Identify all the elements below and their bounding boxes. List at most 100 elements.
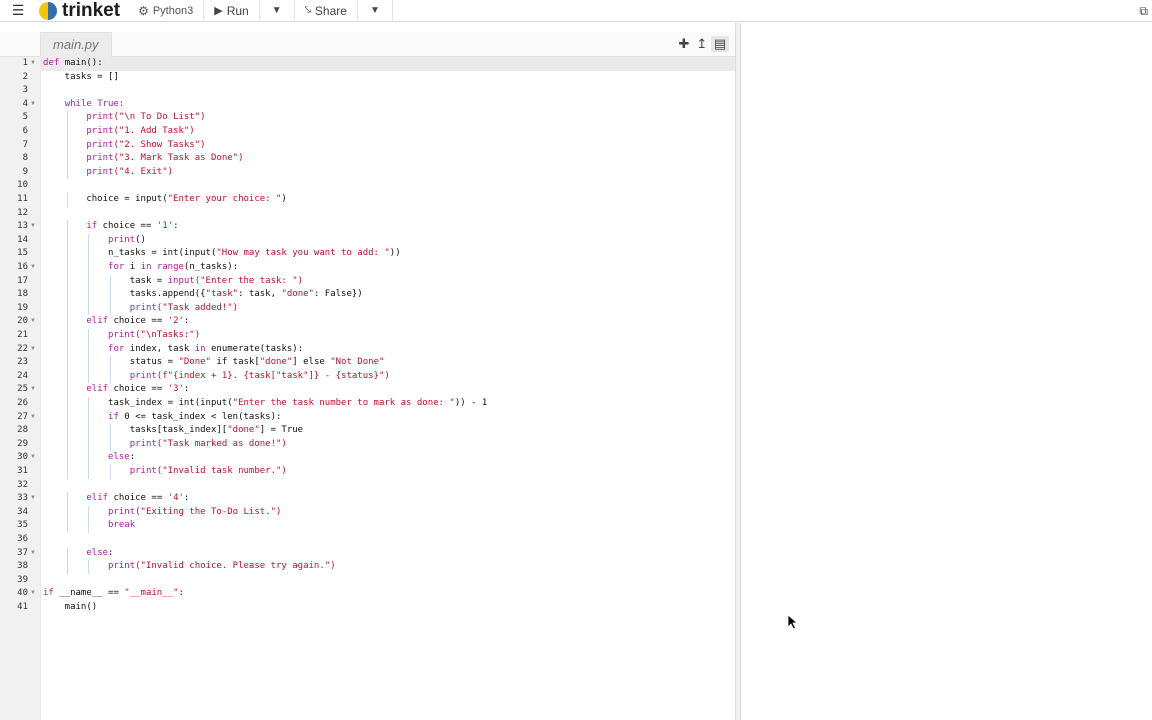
- code-token: )): [389, 248, 401, 259]
- code-token: :: [108, 547, 114, 558]
- code-token: range: [156, 262, 184, 272]
- code-line: print("2. Show Tasks"): [43, 139, 205, 153]
- output-panel[interactable]: [741, 23, 1152, 720]
- line-number: 27: [17, 411, 28, 422]
- fold-arrow-icon[interactable]: ▼: [30, 383, 38, 397]
- mouse-cursor-icon: [787, 614, 799, 630]
- line-number: 9: [22, 166, 28, 177]
- code-line: if 0 <= task_index < len(tasks):: [43, 411, 281, 425]
- code-token: tasks = []: [43, 71, 119, 82]
- code-token: ("Invalid task number."): [156, 466, 287, 476]
- line-number: 16: [17, 262, 28, 272]
- code-token: n_tasks = int(input(: [43, 248, 217, 259]
- code-token: ("Enter the task: "): [194, 275, 304, 286]
- line-number: 11: [17, 194, 28, 204]
- code-token: elif: [86, 493, 109, 504]
- fold-arrow-icon[interactable]: ▼: [30, 587, 38, 601]
- code-token: index, task: [124, 343, 195, 354]
- fold-arrow-icon[interactable]: ▼: [30, 492, 38, 506]
- code-line: choice = input("Enter your choice: "): [43, 193, 287, 207]
- code-line: print("Invalid choice. Please try again.…: [43, 560, 336, 574]
- line-number: 18: [17, 289, 28, 300]
- code-token: ] else: [292, 357, 331, 368]
- logo-mark-icon: [36, 1, 60, 21]
- file-tabs-bar: main.py ✚ ↥ ▤: [0, 32, 735, 57]
- code-token: __name__ ==: [53, 588, 125, 599]
- line-number: 6: [22, 126, 28, 136]
- fold-arrow-icon[interactable]: ▼: [30, 411, 38, 425]
- code-token: :: [173, 221, 179, 232]
- code-line: n_tasks = int(input("How may task you wa…: [43, 247, 401, 261]
- code-line: main(): [43, 601, 98, 615]
- code-line: status = "Done" if task["done"] else "No…: [43, 356, 385, 370]
- code-token: print: [129, 370, 157, 381]
- code-line: elif choice == '3':: [43, 383, 189, 397]
- fold-arrow-icon[interactable]: ▼: [30, 220, 38, 234]
- fold-arrow-icon[interactable]: ▼: [30, 451, 38, 465]
- code-token: choice = input(: [43, 194, 168, 204]
- code-token: else: [108, 452, 130, 463]
- fold-arrow-icon[interactable]: ▼: [30, 343, 38, 357]
- code-token: '1': [156, 221, 174, 232]
- line-number: 32: [17, 479, 28, 490]
- code-token: ): [281, 194, 287, 204]
- fold-arrow-icon[interactable]: ▼: [30, 547, 38, 561]
- code-token: :: [183, 384, 190, 395]
- code-token: ("Task marked as done!"): [156, 438, 287, 449]
- code-line: for index, task in enumerate(tasks):: [43, 343, 303, 357]
- fold-arrow-icon[interactable]: ▼: [30, 57, 38, 71]
- fullscreen-icon[interactable]: ⧉: [1139, 0, 1148, 22]
- line-number: 13: [17, 221, 28, 232]
- code-token: ("\nTasks:"): [135, 330, 201, 340]
- line-number: 29: [17, 438, 28, 449]
- code-line: print(): [43, 234, 146, 248]
- share-options-dropdown[interactable]: ▼: [358, 0, 393, 22]
- line-number: 38: [17, 561, 28, 572]
- code-token: (f"{index + 1}. {task["task"]} - {status…: [156, 370, 390, 381]
- share-button[interactable]: ⤥ Share: [295, 0, 358, 22]
- code-token: "done": [227, 425, 260, 436]
- code-token: : task,: [238, 289, 282, 300]
- file-tab-main-py[interactable]: main.py: [40, 32, 112, 57]
- line-number: 25: [17, 384, 28, 395]
- code-line: tasks[task_index]["done"] = True: [43, 424, 303, 438]
- code-token: "done": [259, 357, 293, 368]
- code-token: "task": [205, 289, 239, 300]
- language-indicator[interactable]: ⚙ Python3: [128, 0, 205, 22]
- code-line: print("Task added!"): [43, 302, 238, 316]
- add-file-icon[interactable]: ✚: [675, 36, 693, 52]
- code-token: choice ==: [108, 384, 168, 395]
- code-line: print("Invalid task number."): [43, 465, 287, 479]
- code-text-area[interactable]: def main(): tasks = [] while True: print…: [40, 57, 735, 720]
- code-token: print: [86, 126, 114, 136]
- line-number: 28: [17, 425, 28, 436]
- line-number: 17: [17, 275, 28, 286]
- code-token: task =: [43, 275, 168, 286]
- trinket-logo[interactable]: trinket: [36, 0, 128, 22]
- code-line: print("Exiting the To-Do List."): [43, 506, 281, 520]
- code-line: break: [43, 519, 135, 533]
- fold-arrow-icon[interactable]: ▼: [30, 315, 38, 329]
- save-icon[interactable]: ▤: [711, 36, 729, 52]
- code-token: "__main__": [124, 588, 179, 599]
- line-number: 23: [17, 357, 28, 368]
- line-number: 10: [17, 180, 28, 191]
- code-line: if choice == '1':: [43, 220, 179, 234]
- code-token: if: [108, 411, 119, 422]
- fold-arrow-icon[interactable]: ▼: [30, 98, 38, 112]
- line-number: 36: [17, 534, 28, 544]
- hamburger-icon[interactable]: ☰: [0, 0, 36, 22]
- fold-arrow-icon[interactable]: ▼: [30, 261, 38, 275]
- line-number: 41: [17, 602, 28, 612]
- code-line: def main():: [43, 57, 103, 71]
- run-options-dropdown[interactable]: ▼: [260, 0, 295, 22]
- code-token: 0 <= task_index < len(tasks):: [118, 411, 282, 422]
- language-label: Python3: [152, 4, 194, 17]
- run-button[interactable]: ▶ Run: [204, 0, 260, 22]
- upload-icon[interactable]: ↥: [693, 36, 711, 52]
